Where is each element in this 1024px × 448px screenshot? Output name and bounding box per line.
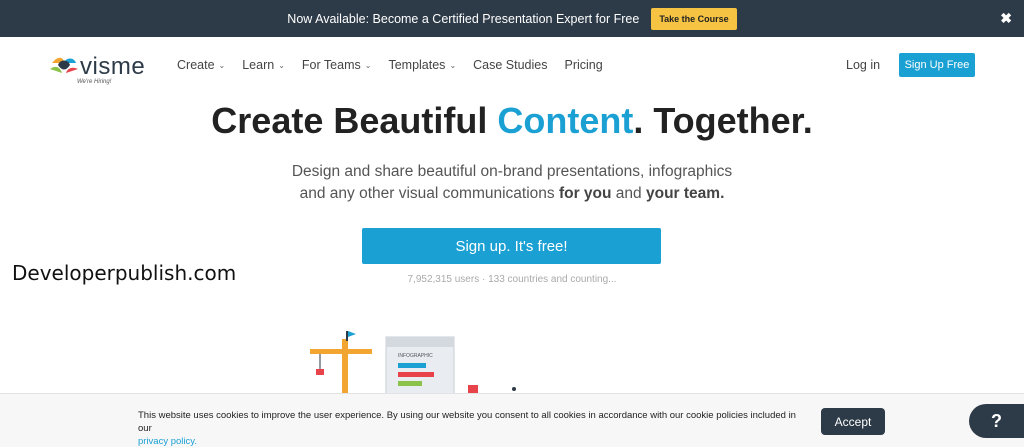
- help-button[interactable]: ?: [969, 404, 1024, 438]
- nav-item-for-teams[interactable]: For Teams ⌄: [302, 58, 372, 72]
- watermark-text: Developerpublish.com: [12, 261, 237, 285]
- chevron-down-icon: ⌄: [218, 60, 226, 70]
- hero-title-post: . Together.: [633, 100, 813, 141]
- accept-cookies-button[interactable]: Accept: [821, 408, 885, 435]
- login-link[interactable]: Log in: [846, 58, 880, 72]
- announcement-bar: Now Available: Become a Certified Presen…: [0, 0, 1024, 37]
- visme-logo[interactable]: visme We're Hiring!: [50, 53, 160, 91]
- logo-wordmark: visme: [80, 53, 146, 80]
- hero-title: Create Beautiful Content. Together.: [0, 100, 1024, 142]
- nav-item-label: For Teams: [301, 58, 361, 72]
- hero-illustration: INFOGRAPHIC: [310, 331, 516, 395]
- nav-item-label: Case Studies: [473, 58, 548, 72]
- nav-item-pricing[interactable]: Pricing: [565, 58, 603, 72]
- cookie-text-block: This website uses cookies to improve the…: [138, 409, 798, 448]
- nav-item-learn[interactable]: Learn ⌄: [242, 58, 285, 72]
- hero-signup-button[interactable]: Sign up. It's free!: [362, 228, 661, 264]
- nav-item-label: Create: [177, 58, 215, 72]
- chevron-down-icon: ⌄: [364, 60, 372, 70]
- crane-icon: [310, 331, 372, 395]
- hero-title-accent: Content: [497, 100, 634, 141]
- cookie-banner: This website uses cookies to improve the…: [0, 393, 1024, 447]
- hiring-tagline[interactable]: We're Hiring!: [77, 79, 111, 85]
- infographic-board-icon: INFOGRAPHIC: [385, 336, 455, 395]
- nav-item-label: Templates: [388, 58, 446, 72]
- take-course-button[interactable]: Take the Course: [651, 7, 737, 30]
- nav-item-case-studies[interactable]: Case Studies: [473, 58, 547, 72]
- announcement-text: Now Available: Become a Certified Presen…: [287, 11, 640, 26]
- logo-mark-icon: [50, 57, 78, 73]
- chevron-down-icon: ⌄: [449, 60, 457, 70]
- sub-bold-for-you: for you: [558, 185, 612, 202]
- sub-bold-your-team: your team.: [645, 185, 725, 202]
- nav-item-create[interactable]: Create ⌄: [177, 58, 225, 72]
- hero-title-pre: Create Beautiful: [211, 100, 498, 141]
- sub-text: and any other visual communications: [299, 185, 559, 202]
- hero-subtitle-line1: Design and share beautiful on-brand pres…: [291, 163, 733, 180]
- sub-text: and: [611, 185, 646, 202]
- nav-menu: Create ⌄ Learn ⌄ For Teams ⌄ Templates ⌄…: [177, 58, 620, 72]
- hero-subtitle: Design and share beautiful on-brand pres…: [0, 161, 1024, 205]
- cookie-text: This website uses cookies to improve the…: [138, 410, 796, 434]
- hero-subtitle-line2: and any other visual communications for …: [0, 183, 1024, 205]
- chevron-down-icon: ⌄: [278, 60, 285, 70]
- infographic-label: INFOGRAPHIC: [398, 353, 433, 359]
- nav-item-label: Learn: [242, 58, 275, 72]
- main-nav: visme We're Hiring! Create ⌄ Learn ⌄ For…: [0, 37, 1024, 99]
- close-icon[interactable]: ✖: [1000, 10, 1012, 27]
- nav-item-templates[interactable]: Templates ⌄: [388, 58, 456, 72]
- sign-up-free-button[interactable]: Sign Up Free: [899, 53, 975, 77]
- nav-item-label: Pricing: [564, 58, 603, 72]
- privacy-policy-link[interactable]: privacy policy.: [138, 436, 197, 447]
